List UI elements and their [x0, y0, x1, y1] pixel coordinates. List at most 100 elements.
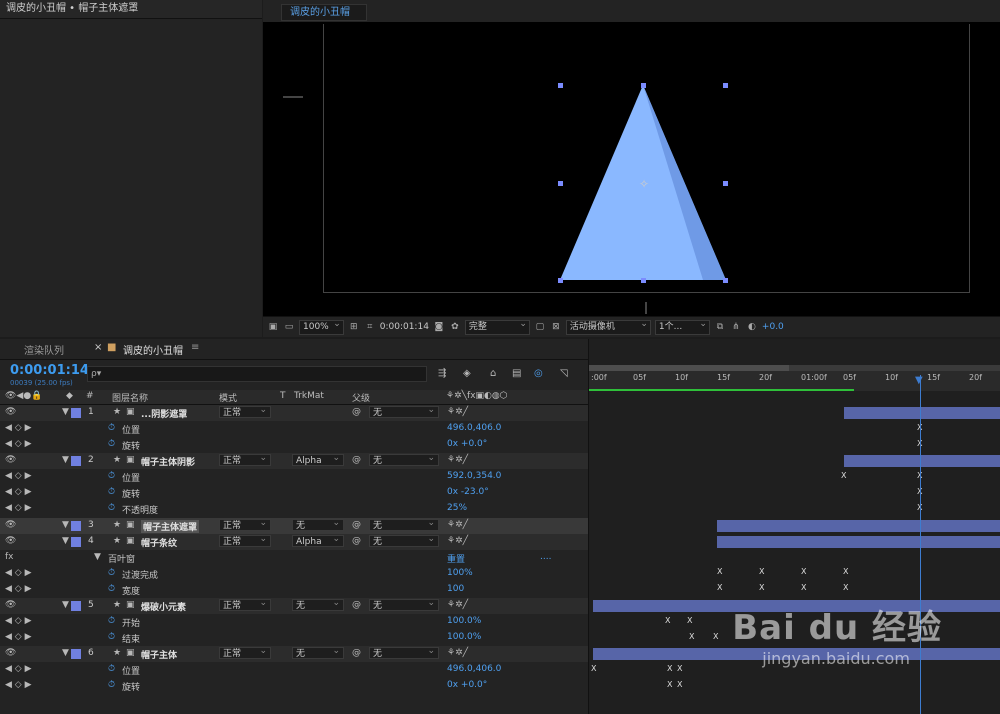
camera-select[interactable]: 活动摄像机 [565, 318, 651, 335]
layer-row[interactable]: 👁 ▼ 4 ★ ▣ 帽子条纹 正常 Alpha @ 无 ⚘✲╱ [0, 533, 588, 550]
trkmat-select[interactable]: Alpha [292, 452, 344, 466]
viewer-timecode[interactable]: 0:00:01:14 [380, 322, 429, 332]
trkmat-select[interactable]: 无 [292, 517, 344, 531]
keyframe-nav-icon[interactable]: ◀ ◇ ▶ [5, 632, 32, 642]
effect-options[interactable]: .... [540, 552, 551, 562]
switches-icon[interactable]: ⚘✲╱ [447, 600, 468, 610]
property-row[interactable]: ◀ ◇ ▶ ⏱ 旋转 0x +0.0° [0, 678, 588, 694]
comp-mini-flowchart-icon[interactable]: ⇶ [438, 368, 446, 379]
twirl-icon[interactable]: ▼ [62, 520, 69, 530]
views-select[interactable]: 1个... [654, 318, 710, 335]
property-row[interactable]: ◀ ◇ ▶ ⏱ 过渡完成 100% [0, 566, 588, 582]
property-row[interactable]: ◀ ◇ ▶ ⏱ 宽度 100 [0, 582, 588, 598]
keyframe-nav-icon[interactable]: ◀ ◇ ▶ [5, 503, 32, 513]
layer-search-input[interactable]: ρ▾ [87, 366, 427, 382]
motion-blur-icon[interactable]: ◎ [534, 368, 543, 379]
property-row[interactable]: ◀ ◇ ▶ ⏱ 位置 496.0,406.0 [0, 421, 588, 437]
mode-select[interactable]: 正常 [219, 452, 271, 466]
transparency-icon[interactable]: ⊠ [550, 321, 562, 333]
property-value[interactable]: 100.0% [447, 616, 481, 626]
eye-icon[interactable]: 👁 [5, 520, 16, 530]
keyframe-icon[interactable]: X [667, 664, 672, 673]
stopwatch-icon[interactable]: ⏱ [108, 503, 115, 513]
triangle-shape[interactable]: ✧ [263, 22, 1000, 316]
pickwhip-icon[interactable]: @ [352, 407, 361, 417]
mode-select[interactable]: 正常 [219, 597, 271, 611]
eye-icon[interactable]: 👁 [5, 536, 16, 546]
property-value[interactable]: 0x -23.0° [447, 487, 489, 497]
keyframe-icon[interactable]: X [667, 680, 672, 689]
keyframe-nav-icon[interactable]: ◀ ◇ ▶ [5, 423, 32, 433]
shy-icon[interactable]: ⌂ [490, 368, 496, 379]
close-icon[interactable]: × [94, 342, 102, 353]
keyframe-icon[interactable]: X [801, 583, 806, 592]
eye-icon[interactable]: 👁 [5, 648, 16, 658]
stopwatch-icon[interactable]: ⏱ [108, 632, 115, 642]
mode-select[interactable]: 正常 [219, 517, 271, 531]
property-row[interactable]: ◀ ◇ ▶ ⏱ 开始 100.0% [0, 614, 588, 630]
stopwatch-icon[interactable]: ⏱ [108, 664, 115, 674]
stopwatch-icon[interactable]: ⏱ [108, 584, 115, 594]
draft-3d-icon[interactable]: ◈ [463, 368, 471, 379]
monitor-icon[interactable]: ▭ [283, 321, 295, 333]
keyframe-nav-icon[interactable]: ◀ ◇ ▶ [5, 487, 32, 497]
layer-row[interactable]: 👁 ▼ 3 ★ ▣ 帽子主体遮罩 正常 无 @ 无 ⚘✲╱ [0, 517, 588, 534]
stopwatch-icon[interactable]: ⏱ [108, 568, 115, 578]
parent-select[interactable]: 无 [369, 452, 439, 466]
keyframe-icon[interactable]: X [677, 680, 682, 689]
parent-select[interactable]: 无 [369, 517, 439, 531]
keyframe-icon[interactable]: X [717, 583, 722, 592]
flowchart-icon[interactable]: ⋔ [730, 321, 742, 333]
tab-render-queue[interactable]: 渲染队列 [24, 342, 64, 357]
stopwatch-icon[interactable]: ⏱ [108, 680, 115, 690]
property-value[interactable]: 0x +0.0° [447, 439, 487, 449]
tab-comp[interactable]: 调皮的小丑帽 [123, 342, 183, 357]
keyframe-nav-icon[interactable]: ◀ ◇ ▶ [5, 439, 32, 449]
label-color[interactable] [71, 601, 81, 611]
keyframe-icon[interactable]: X [677, 664, 682, 673]
parent-select[interactable]: 无 [369, 645, 439, 659]
parent-select[interactable]: 无 [369, 597, 439, 611]
label-color[interactable] [71, 537, 81, 547]
fit-icon[interactable]: ⊞ [348, 321, 360, 333]
layer-duration-bar[interactable] [717, 520, 1000, 532]
property-row[interactable]: ◀ ◇ ▶ ⏱ 旋转 0x +0.0° [0, 437, 588, 453]
keyframe-nav-icon[interactable]: ◀ ◇ ▶ [5, 616, 32, 626]
parent-select[interactable]: 无 [369, 533, 439, 547]
label-color[interactable] [71, 521, 81, 531]
pickwhip-icon[interactable]: @ [352, 648, 361, 658]
keyframe-icon[interactable]: X [759, 567, 764, 576]
layer-duration-bar[interactable] [844, 455, 1000, 467]
property-row[interactable]: ◀ ◇ ▶ ⏱ 结束 100.0% [0, 630, 588, 646]
eye-icon[interactable]: 👁 [5, 455, 16, 465]
layer-name[interactable]: ...阴影遮罩 [141, 407, 187, 420]
layer-duration-bar[interactable] [717, 536, 1000, 548]
twirl-icon[interactable]: ▼ [94, 552, 101, 562]
layer-name[interactable]: 帽子主体 [141, 648, 177, 661]
property-value[interactable]: 496.0,406.0 [447, 423, 501, 433]
keyframe-icon[interactable]: X [841, 471, 846, 480]
pickwhip-icon[interactable]: @ [352, 455, 361, 465]
playhead-handle-icon[interactable]: ▼ [915, 375, 923, 386]
reset-exposure-icon[interactable]: ◐ [746, 321, 758, 333]
layer-duration-bar[interactable] [844, 407, 1000, 419]
keyframe-icon[interactable]: X [717, 567, 722, 576]
mode-select[interactable]: 正常 [219, 404, 271, 418]
zoom-select[interactable]: 100% [299, 318, 344, 335]
mode-select[interactable]: 正常 [219, 645, 271, 659]
stopwatch-icon[interactable]: ⏱ [108, 423, 115, 433]
pickwhip-icon[interactable]: @ [352, 536, 361, 546]
comp-viewer-canvas[interactable]: ✧ [263, 22, 1000, 316]
label-color[interactable] [71, 649, 81, 659]
layer-name[interactable]: 帽子条纹 [141, 536, 177, 549]
keyframe-icon[interactable]: X [843, 583, 848, 592]
stopwatch-icon[interactable]: ⏱ [108, 439, 115, 449]
keyframe-icon[interactable]: X [713, 632, 718, 641]
keyframe-icon[interactable]: X [591, 664, 596, 673]
layer-row[interactable]: 👁 ▼ 5 ★ ▣ 爆破小元素 正常 无 @ 无 ⚘✲╱ [0, 597, 588, 614]
twirl-icon[interactable]: ▼ [62, 648, 69, 658]
keyframe-icon[interactable]: X [843, 567, 848, 576]
property-value[interactable]: 100.0% [447, 632, 481, 642]
twirl-icon[interactable]: ▼ [62, 536, 69, 546]
effect-row[interactable]: fx ▼ 百叶窗 重置.... [0, 550, 588, 566]
